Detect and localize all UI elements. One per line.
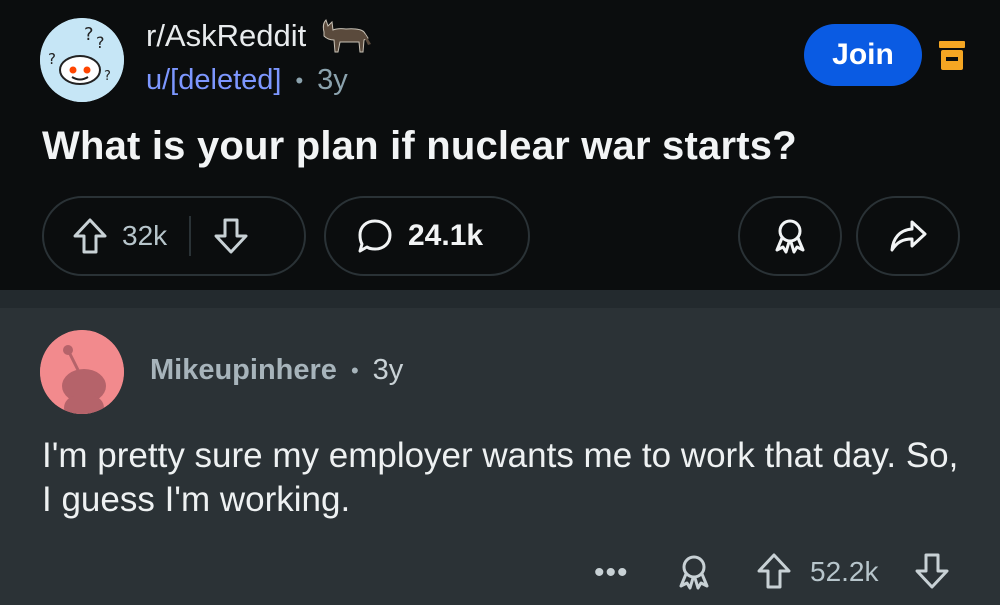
- upvote-count: 32k: [122, 220, 168, 251]
- post-title[interactable]: What is your plan if nuclear war starts?: [42, 124, 797, 169]
- snoo-avatar-icon: [40, 330, 124, 414]
- downvote-icon[interactable]: [914, 552, 950, 590]
- vote-divider: [189, 216, 192, 256]
- donkey-flair-icon: [323, 19, 372, 53]
- comment-bubble-icon: [358, 219, 392, 253]
- comment-actions: ••• 52.2k: [0, 546, 1000, 605]
- share-button[interactable]: [856, 196, 960, 276]
- comment-author[interactable]: Mikeupinhere: [150, 354, 337, 387]
- avatar[interactable]: [40, 330, 124, 414]
- downvote-icon[interactable]: [213, 217, 249, 255]
- post-card: ? ? ? ? r/AskReddit u/[deleted] • 3y Joi…: [0, 0, 1000, 290]
- post-meta: u/[deleted] • 3y: [146, 64, 348, 97]
- svg-text:?: ?: [48, 50, 56, 68]
- award-icon[interactable]: [674, 552, 714, 592]
- meta-separator: •: [350, 357, 359, 383]
- meta-separator: •: [295, 67, 304, 93]
- comment-body: I'm pretty sure my employer wants me to …: [42, 436, 959, 519]
- reddit-snoo-question-icon: ? ? ? ?: [40, 18, 124, 102]
- comment-card: Mikeupinhere • 3y I'm pretty sure my emp…: [0, 308, 1000, 605]
- comment-meta: Mikeupinhere • 3y: [150, 354, 403, 387]
- share-icon: [890, 220, 927, 252]
- subreddit-avatar[interactable]: ? ? ? ?: [40, 18, 124, 102]
- vote-bar: 32k: [42, 196, 306, 276]
- comment-score: 52.2k: [810, 556, 879, 587]
- subreddit-name[interactable]: r/AskReddit: [146, 18, 372, 54]
- award-button[interactable]: [738, 196, 842, 276]
- comments-button[interactable]: 24.1k: [324, 196, 530, 276]
- join-button[interactable]: Join: [804, 24, 922, 86]
- award-icon: [775, 219, 805, 254]
- svg-text:?: ?: [84, 24, 94, 45]
- upvote-icon[interactable]: [72, 217, 108, 255]
- comment-age: 3y: [372, 354, 404, 386]
- svg-text:?: ?: [96, 33, 105, 52]
- svg-text:?: ?: [104, 69, 111, 84]
- post-age: 3y: [317, 64, 348, 96]
- comment-count: 24.1k: [408, 219, 484, 252]
- mod-shield-icon[interactable]: [938, 40, 966, 72]
- subreddit-label[interactable]: r/AskReddit: [146, 18, 306, 54]
- section-divider: [0, 290, 1000, 308]
- more-icon[interactable]: •••: [594, 556, 629, 590]
- post-author[interactable]: u/[deleted]: [146, 64, 281, 97]
- upvote-icon[interactable]: [756, 552, 792, 590]
